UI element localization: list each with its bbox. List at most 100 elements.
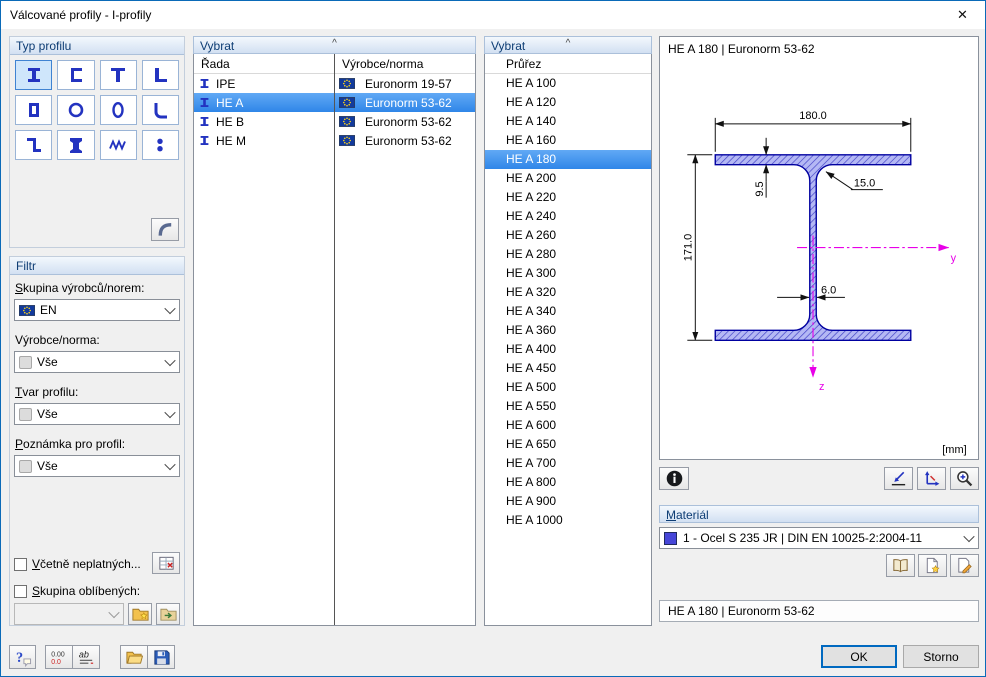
ok-button[interactable]: OK xyxy=(821,645,897,668)
units-button[interactable]: 0.00 0.0 xyxy=(45,645,73,669)
rail-profile-button[interactable] xyxy=(57,130,95,160)
norm-name: Euronorm 19-57 xyxy=(365,76,452,91)
size-item-he-a-800[interactable]: HE A 800 xyxy=(485,473,651,492)
size-item-he-a-450[interactable]: HE A 450 xyxy=(485,359,651,378)
u-profile-button[interactable] xyxy=(57,60,95,90)
material-combo[interactable]: 1 - Ocel S 235 JR | DIN EN 10025-2:2004-… xyxy=(659,527,979,549)
size-item-he-a-340[interactable]: HE A 340 xyxy=(485,302,651,321)
material-new-button[interactable] xyxy=(918,554,947,577)
size-item-he-a-220[interactable]: HE A 220 xyxy=(485,188,651,207)
size-item-he-a-320[interactable]: HE A 320 xyxy=(485,283,651,302)
round-bar-profile-button[interactable] xyxy=(141,130,179,160)
info-button[interactable] xyxy=(659,467,689,490)
series-table: Řada Výrobce/norma IPE Euronorm 19-57 HE A… xyxy=(193,54,476,626)
z-profile-button[interactable] xyxy=(15,130,53,160)
t-profile-button[interactable] xyxy=(99,60,137,90)
axes-orientation-button[interactable] xyxy=(917,467,946,490)
size-item-he-a-360[interactable]: HE A 360 xyxy=(485,321,651,340)
size-item-he-a-600[interactable]: HE A 600 xyxy=(485,416,651,435)
dimension-lines-button[interactable] xyxy=(884,467,913,490)
dimension-lines-icon xyxy=(889,469,908,488)
section-axes: y z xyxy=(797,235,957,393)
l-profile-button[interactable] xyxy=(141,60,179,90)
filter-panel: Filtr Skupina výrobců/norem: EN Výrobce/… xyxy=(9,256,185,626)
size-item-he-a-120[interactable]: HE A 120 xyxy=(485,93,651,112)
hollow-box-profile-button[interactable] xyxy=(15,95,53,125)
norm-column-header[interactable]: Výrobce/norma xyxy=(334,57,475,71)
size-item-he-a-140[interactable]: HE A 140 xyxy=(485,112,651,131)
oval-profile-button[interactable] xyxy=(99,95,137,125)
include-invalid-checkbox[interactable] xyxy=(14,557,27,571)
zoom-detail-button[interactable] xyxy=(950,467,979,490)
size-item-he-a-260[interactable]: HE A 260 xyxy=(485,226,651,245)
dim-web-thickness: 6.0 xyxy=(821,284,836,296)
size-item-he-a-280[interactable]: HE A 280 xyxy=(485,245,651,264)
dim-width: 180.0 xyxy=(799,110,826,122)
include-invalid-row: Včetně neplatných... xyxy=(14,552,180,575)
material-edit-button[interactable] xyxy=(950,554,979,577)
edit-invalid-button[interactable] xyxy=(152,552,180,574)
i-profile-button[interactable] xyxy=(15,60,53,90)
unit-label: [mm] xyxy=(942,444,966,456)
size-item-he-a-1000[interactable]: HE A 1000 xyxy=(485,511,651,530)
shape-combo[interactable]: Vše xyxy=(14,403,180,425)
save-button[interactable] xyxy=(147,645,175,669)
profile-type-grid xyxy=(10,55,184,165)
cross-section-drawing: 180.0 171.0 9.5 15.0 6.0 y z [mm] xyxy=(682,110,966,456)
hollow-box-profile-icon xyxy=(24,100,44,120)
favorites-manage-button[interactable] xyxy=(156,603,180,625)
vendor-norm-combo[interactable]: Vše xyxy=(14,351,180,373)
size-item-he-a-500[interactable]: HE A 500 xyxy=(485,378,651,397)
group-norm-combo[interactable]: EN xyxy=(14,299,180,321)
series-column-header[interactable]: Řada xyxy=(194,57,334,71)
preview-toolbar xyxy=(659,467,979,491)
footer: ? 0.00 0.0 ab OK Storno xyxy=(1,645,985,671)
svg-text:ab: ab xyxy=(78,649,88,659)
material-color-swatch xyxy=(664,531,677,545)
size-item-he-a-240[interactable]: HE A 240 xyxy=(485,207,651,226)
special-profiles-button[interactable] xyxy=(151,218,179,241)
cancel-button[interactable]: Storno xyxy=(903,645,979,668)
size-item-he-a-200[interactable]: HE A 200 xyxy=(485,169,651,188)
help-button[interactable]: ? xyxy=(9,645,36,669)
svg-text:0.0: 0.0 xyxy=(51,658,61,665)
note-label: Poznámka pro profil: xyxy=(15,437,126,451)
new-favorites-group-icon xyxy=(131,605,150,624)
i-profile-icon xyxy=(198,96,211,109)
size-item-he-a-900[interactable]: HE A 900 xyxy=(485,492,651,511)
section-preview: HE A 180 | Euronorm 53-62 180.0 171.0 9.… xyxy=(659,36,979,460)
u-profile-icon xyxy=(66,65,86,85)
i-profile-icon xyxy=(198,115,211,128)
favorites-checkbox[interactable] xyxy=(14,584,27,598)
size-item-he-a-180[interactable]: HE A 180 xyxy=(485,150,651,169)
favorites-new-button[interactable] xyxy=(128,603,152,625)
axis-z-label: z xyxy=(819,381,824,393)
series-panel-header: Vybrat ^ xyxy=(193,36,476,54)
size-item-he-a-300[interactable]: HE A 300 xyxy=(485,264,651,283)
i-profile-icon xyxy=(198,77,211,90)
corrugated-profile-button[interactable] xyxy=(99,130,137,160)
rename-button[interactable]: ab xyxy=(72,645,100,669)
dimension-lines xyxy=(687,117,912,341)
size-item-he-a-650[interactable]: HE A 650 xyxy=(485,435,651,454)
note-combo[interactable]: Vše xyxy=(14,455,180,477)
size-column-header[interactable]: Průřez xyxy=(485,54,651,74)
size-item-he-a-400[interactable]: HE A 400 xyxy=(485,340,651,359)
sort-caret-icon[interactable]: ^ xyxy=(566,39,571,49)
dropdown-arrow-icon xyxy=(161,352,179,372)
dropdown-arrow-icon xyxy=(161,300,179,320)
size-item-he-a-100[interactable]: HE A 100 xyxy=(485,74,651,93)
angle-profile-button[interactable] xyxy=(141,95,179,125)
open-button[interactable] xyxy=(120,645,148,669)
size-item-he-a-160[interactable]: HE A 160 xyxy=(485,131,651,150)
size-item-he-a-700[interactable]: HE A 700 xyxy=(485,454,651,473)
sort-caret-icon[interactable]: ^ xyxy=(332,39,337,49)
edit-document-icon xyxy=(955,556,974,575)
close-button[interactable]: ✕ xyxy=(940,1,985,29)
pipe-profile-button[interactable] xyxy=(57,95,95,125)
include-invalid-label: Včetně neplatných... xyxy=(32,557,141,571)
all-swatch-icon xyxy=(19,459,32,473)
size-item-he-a-550[interactable]: HE A 550 xyxy=(485,397,651,416)
eu-flag-icon xyxy=(19,304,35,316)
material-library-button[interactable] xyxy=(886,554,915,577)
